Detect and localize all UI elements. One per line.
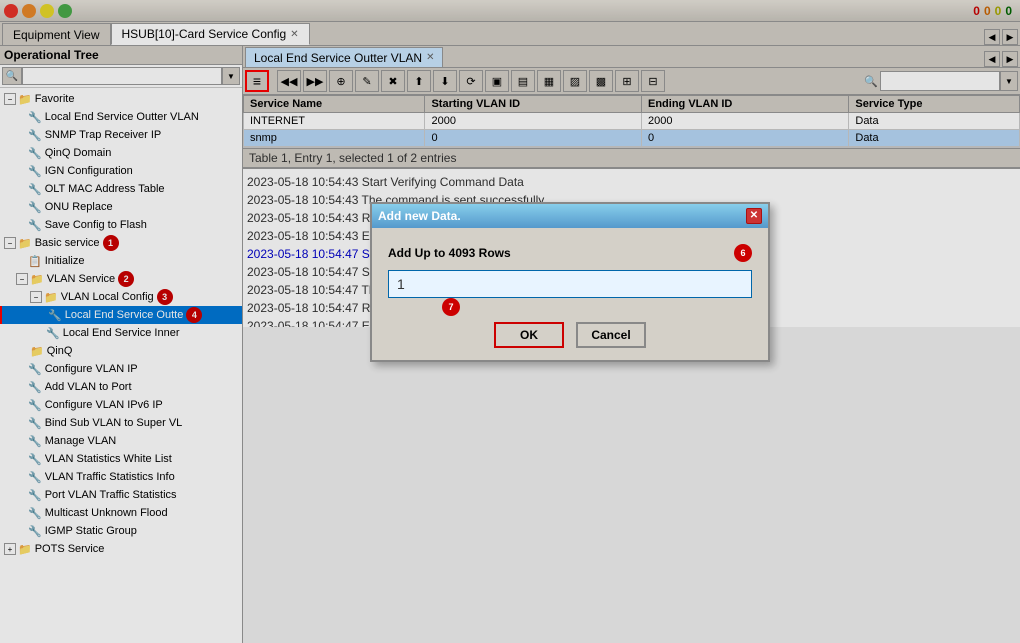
dialog-title: Add new Data.: [378, 209, 461, 223]
add-data-dialog: Add new Data. ✕ Add Up to 4093 Rows 6 OK…: [370, 202, 770, 362]
dialog-label-text: Add Up to 4093 Rows: [388, 246, 511, 260]
dialog-ok-button[interactable]: OK: [494, 322, 564, 348]
dialog-overlay: Add new Data. ✕ Add Up to 4093 Rows 6 OK…: [0, 0, 1020, 643]
ok-label: OK: [520, 328, 538, 342]
dialog-cancel-button[interactable]: Cancel: [576, 322, 646, 348]
dialog-body: Add Up to 4093 Rows 6: [372, 228, 768, 314]
badge-6: 6: [734, 244, 752, 262]
dialog-label: Add Up to 4093 Rows 6: [388, 244, 752, 262]
dialog-close-button[interactable]: ✕: [746, 208, 762, 224]
dialog-input[interactable]: [388, 270, 752, 298]
badge-7: 7: [442, 298, 460, 316]
cancel-label: Cancel: [591, 328, 630, 342]
dialog-footer: OK Cancel: [372, 314, 768, 360]
dialog-title-bar: Add new Data. ✕: [372, 204, 768, 228]
